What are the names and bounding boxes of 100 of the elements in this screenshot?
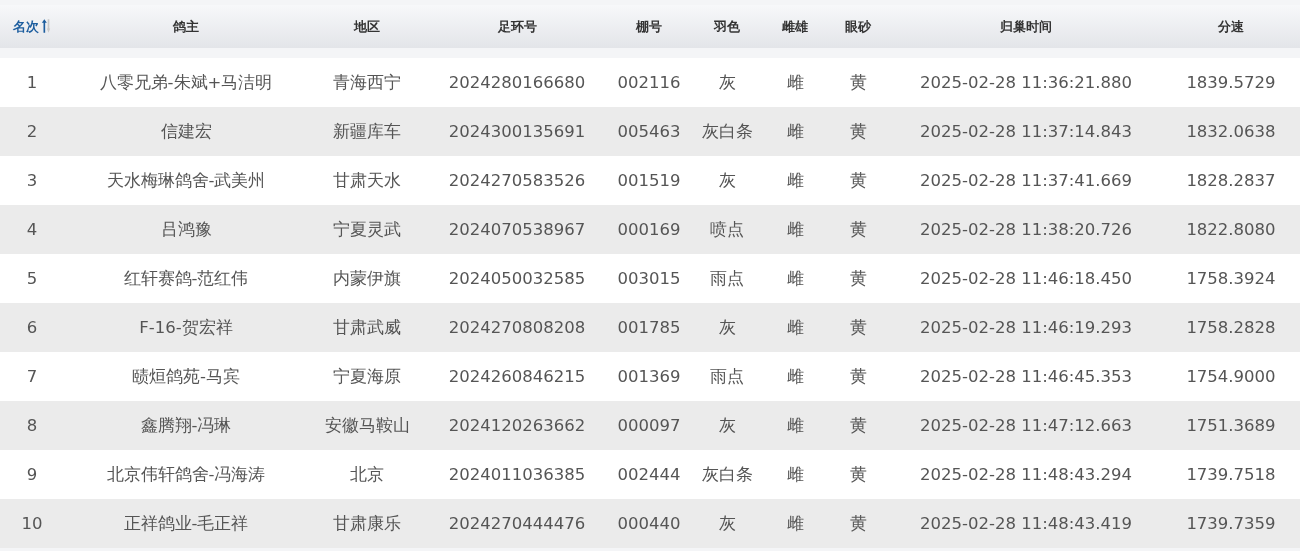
table-cell: 2025-02-28 11:37:14.843 (890, 107, 1162, 156)
table-cell: 2025-02-28 11:37:41.669 (890, 156, 1162, 205)
table-cell: 黄 (826, 205, 890, 254)
table-cell: F-16-贺宏祥 (64, 303, 308, 352)
table-cell: 雌 (764, 352, 826, 401)
table-cell: 2024280166680 (426, 58, 608, 107)
table-cell: 6 (0, 303, 64, 352)
table-cell: 信建宏 (64, 107, 308, 156)
table-cell: 1822.8080 (1162, 205, 1300, 254)
table-cell: 北京伟轩鸽舍-冯海涛 (64, 450, 308, 499)
table-cell: 雌 (764, 303, 826, 352)
table-cell: 3 (0, 156, 64, 205)
table-cell: 灰 (690, 156, 764, 205)
table-cell: 安徽马鞍山 (308, 401, 426, 450)
table-cell: 黄 (826, 401, 890, 450)
table-cell: 2024300135691 (426, 107, 608, 156)
table-cell: 新疆库车 (308, 107, 426, 156)
table-cell: 001369 (608, 352, 690, 401)
table-cell: 001519 (608, 156, 690, 205)
table-cell: 八零兄弟-朱斌+马洁明 (64, 58, 308, 107)
table-cell: 黄 (826, 499, 890, 548)
table-cell: 1739.7518 (1162, 450, 1300, 499)
table-cell: 雨点 (690, 254, 764, 303)
table-cell: 天水梅琳鸽舍-武美州 (64, 156, 308, 205)
table-cell: 雌 (764, 450, 826, 499)
table-cell: 黄 (826, 156, 890, 205)
table-cell: 灰白条 (690, 450, 764, 499)
table-cell: 雌 (764, 107, 826, 156)
table-cell: 灰白条 (690, 107, 764, 156)
table-cell: 雌 (764, 254, 826, 303)
table-cell: 黄 (826, 450, 890, 499)
table-cell: 2025-02-28 11:47:12.663 (890, 401, 1162, 450)
table-cell: 1739.7359 (1162, 499, 1300, 548)
table-cell: 雌 (764, 499, 826, 548)
table-cell: 黄 (826, 254, 890, 303)
table-cell: 黄 (826, 303, 890, 352)
table-cell: 雨点 (690, 352, 764, 401)
table-cell: 2025-02-28 11:46:19.293 (890, 303, 1162, 352)
table-cell: 雌 (764, 401, 826, 450)
table-cell: 1754.9000 (1162, 352, 1300, 401)
table-cell: 003015 (608, 254, 690, 303)
table-cell: 甘肃康乐 (308, 499, 426, 548)
table-cell: 2024270808208 (426, 303, 608, 352)
table-cell: 北京 (308, 450, 426, 499)
table-cell: 雌 (764, 205, 826, 254)
table-cell: 5 (0, 254, 64, 303)
table-cell: 2025-02-28 11:46:45.353 (890, 352, 1162, 401)
table-cell: 灰 (690, 58, 764, 107)
table-cell: 灰 (690, 499, 764, 548)
table-cell: 甘肃武威 (308, 303, 426, 352)
sort-icon[interactable] (41, 17, 51, 34)
table-cell: 黄 (826, 107, 890, 156)
table-cell: 宁夏海原 (308, 352, 426, 401)
table-cell: 1 (0, 58, 64, 107)
table-cell: 8 (0, 401, 64, 450)
table-cell: 2025-02-28 11:48:43.419 (890, 499, 1162, 548)
table-cell: 1839.5729 (1162, 58, 1300, 107)
table-cell: 000440 (608, 499, 690, 548)
table-cell: 000169 (608, 205, 690, 254)
table-cell: 黄 (826, 58, 890, 107)
table-cell: 喷点 (690, 205, 764, 254)
table-cell: 7 (0, 352, 64, 401)
table-cell: 1751.3689 (1162, 401, 1300, 450)
table-cell: 2024120263662 (426, 401, 608, 450)
table-cell: 雌 (764, 58, 826, 107)
table-cell: 红轩赛鸽-范红伟 (64, 254, 308, 303)
table-cell: 2024270583526 (426, 156, 608, 205)
table-cell: 黄 (826, 352, 890, 401)
table-cell: 1828.2837 (1162, 156, 1300, 205)
table-cell: 甘肃天水 (308, 156, 426, 205)
table-cell: 2024011036385 (426, 450, 608, 499)
table-cell: 2024260846215 (426, 352, 608, 401)
table-cell: 2024070538967 (426, 205, 608, 254)
table-cell: 1758.2828 (1162, 303, 1300, 352)
table-cell: 青海西宁 (308, 58, 426, 107)
table-cell: 内蒙伊旗 (308, 254, 426, 303)
table-cell: 002116 (608, 58, 690, 107)
table-cell: 2 (0, 107, 64, 156)
table-cell: 2025-02-28 11:46:18.450 (890, 254, 1162, 303)
table-cell: 9 (0, 450, 64, 499)
table-cell: 2025-02-28 11:48:43.294 (890, 450, 1162, 499)
table-cell: 1832.0638 (1162, 107, 1300, 156)
table-cell: 赜烜鸽苑-马宾 (64, 352, 308, 401)
table-cell: 灰 (690, 401, 764, 450)
table-cell: 正祥鸽业-毛正祥 (64, 499, 308, 548)
table-cell: 鑫腾翔-冯琳 (64, 401, 308, 450)
table-cell: 2025-02-28 11:38:20.726 (890, 205, 1162, 254)
table-cell: 2024270444476 (426, 499, 608, 548)
table-cell: 002444 (608, 450, 690, 499)
table-cell: 吕鸿豫 (64, 205, 308, 254)
table-cell: 10 (0, 499, 64, 548)
table-cell: 4 (0, 205, 64, 254)
table-cell: 000097 (608, 401, 690, 450)
table-cell: 2025-02-28 11:36:21.880 (890, 58, 1162, 107)
table-cell: 雌 (764, 156, 826, 205)
table-cell: 灰 (690, 303, 764, 352)
table-cell: 1758.3924 (1162, 254, 1300, 303)
table-cell: 2024050032585 (426, 254, 608, 303)
table-cell: 宁夏灵武 (308, 205, 426, 254)
table-cell: 005463 (608, 107, 690, 156)
